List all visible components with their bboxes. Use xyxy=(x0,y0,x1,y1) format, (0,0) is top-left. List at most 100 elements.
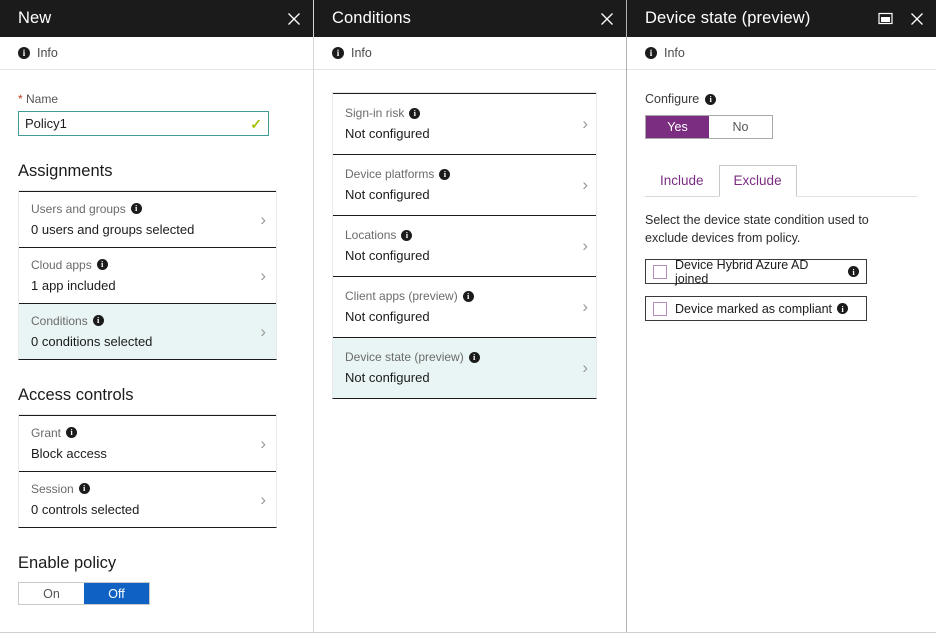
info-icon[interactable]: i xyxy=(131,203,142,214)
assignment-row-cloud-apps[interactable]: Cloud apps i 1 app included › xyxy=(19,247,276,303)
access-control-label-text: Session xyxy=(31,482,74,496)
condition-label-text: Client apps (preview) xyxy=(345,289,458,303)
checkbox-row-device-marked-as-compliant[interactable]: Device marked as compliant i xyxy=(645,296,867,321)
blade-conditions: Conditions i Info Sign-in risk i xyxy=(313,0,626,640)
checkbox-label-text: Device Hybrid Azure AD joined xyxy=(675,258,843,286)
access-control-row-session[interactable]: Session i 0 controls selected › xyxy=(19,471,276,527)
configure-option-no[interactable]: No xyxy=(709,116,772,138)
page-title: New xyxy=(18,9,285,28)
checkbox-row-device-hybrid-azure-ad-joined[interactable]: Device Hybrid Azure AD joined i xyxy=(645,259,867,284)
assignment-row-text: Cloud apps i 1 app included xyxy=(31,258,252,293)
enable-policy-option-off[interactable]: Off xyxy=(84,583,149,604)
conditions-group: Sign-in risk i Not configured › Device p… xyxy=(332,92,597,399)
info-icon[interactable]: i xyxy=(463,291,474,302)
close-icon[interactable] xyxy=(598,10,616,28)
assignment-row-label: Cloud apps i xyxy=(31,258,252,272)
info-icon[interactable]: i xyxy=(705,94,716,105)
checkbox-icon[interactable] xyxy=(653,302,667,316)
assignment-row-value: 1 app included xyxy=(31,278,252,293)
exclude-description: Select the device state condition used t… xyxy=(645,211,907,247)
blade-device-state-header: Device state (preview) xyxy=(627,0,936,37)
condition-row-label: Client apps (preview) i xyxy=(345,289,574,303)
info-icon[interactable]: i xyxy=(409,108,420,119)
info-icon[interactable]: i xyxy=(97,259,108,270)
access-control-row-grant[interactable]: Grant i Block access › xyxy=(19,415,276,471)
assignment-label-text: Cloud apps xyxy=(31,258,92,272)
access-control-label-text: Grant xyxy=(31,426,61,440)
name-label: * Name xyxy=(18,92,295,106)
info-bar-new-policy[interactable]: i Info xyxy=(0,37,313,70)
condition-row-text: Client apps (preview) i Not configured xyxy=(345,289,574,324)
enable-policy-toggle[interactable]: On Off xyxy=(18,582,150,605)
condition-row-value: Not configured xyxy=(345,370,574,385)
name-label-text: Name xyxy=(26,92,58,106)
info-icon[interactable]: i xyxy=(837,303,848,314)
blade-new-policy-body: * Name ✓ Assignments Users and groups i xyxy=(0,92,313,605)
info-bar-conditions[interactable]: i Info xyxy=(314,37,626,70)
blade-conditions-header-buttons xyxy=(598,10,616,28)
assignment-label-text: Users and groups xyxy=(31,202,126,216)
condition-row-device-state[interactable]: Device state (preview) i Not configured … xyxy=(333,337,596,398)
configure-label-text: Configure xyxy=(645,92,699,106)
info-icon[interactable]: i xyxy=(66,427,77,438)
close-icon[interactable] xyxy=(908,10,926,28)
access-controls-heading: Access controls xyxy=(18,386,295,405)
condition-row-sign-in-risk[interactable]: Sign-in risk i Not configured › xyxy=(333,93,596,154)
info-label: Info xyxy=(37,46,58,60)
blade-new-policy-header: New xyxy=(0,0,313,37)
access-control-row-text: Grant i Block access xyxy=(31,426,252,461)
configure-option-yes[interactable]: Yes xyxy=(646,116,709,138)
assignment-row-users-and-groups[interactable]: Users and groups i 0 users and groups se… xyxy=(19,191,276,247)
condition-label-text: Device state (preview) xyxy=(345,350,464,364)
condition-row-value: Not configured xyxy=(345,309,574,324)
enable-policy-option-on[interactable]: On xyxy=(19,583,84,604)
condition-row-locations[interactable]: Locations i Not configured › xyxy=(333,215,596,276)
access-control-row-value: Block access xyxy=(31,446,252,461)
info-icon: i xyxy=(332,47,344,59)
info-icon[interactable]: i xyxy=(401,230,412,241)
info-icon[interactable]: i xyxy=(469,352,480,363)
info-icon[interactable]: i xyxy=(93,315,104,326)
footer-strip xyxy=(0,632,936,640)
info-icon[interactable]: i xyxy=(439,169,450,180)
info-bar-device-state[interactable]: i Info xyxy=(627,37,936,70)
close-icon[interactable] xyxy=(285,10,303,28)
include-exclude-tabs: Include Exclude xyxy=(645,165,918,197)
condition-row-client-apps[interactable]: Client apps (preview) i Not configured › xyxy=(333,276,596,337)
checkbox-icon[interactable] xyxy=(653,265,667,279)
info-icon[interactable]: i xyxy=(79,483,90,494)
name-input[interactable] xyxy=(25,116,250,131)
checkbox-label: Device Hybrid Azure AD joined i xyxy=(675,258,859,286)
checkmark-icon: ✓ xyxy=(250,117,262,131)
tab-exclude[interactable]: Exclude xyxy=(719,165,797,197)
info-icon: i xyxy=(18,47,30,59)
assignment-row-conditions[interactable]: Conditions i 0 conditions selected › xyxy=(19,303,276,359)
condition-row-text: Device platforms i Not configured xyxy=(345,167,574,202)
chevron-right-icon: › xyxy=(252,435,266,452)
info-icon[interactable]: i xyxy=(848,266,859,277)
blade-conditions-header: Conditions xyxy=(314,0,626,37)
assignment-label-text: Conditions xyxy=(31,314,88,328)
name-input-wrapper[interactable]: ✓ xyxy=(18,111,269,136)
maximize-icon[interactable] xyxy=(876,10,894,28)
condition-label-text: Device platforms xyxy=(345,167,434,181)
chevron-right-icon: › xyxy=(252,267,266,284)
name-field-group: * Name ✓ xyxy=(18,92,295,136)
condition-row-text: Locations i Not configured xyxy=(345,228,574,263)
condition-row-value: Not configured xyxy=(345,187,574,202)
condition-row-device-platforms[interactable]: Device platforms i Not configured › xyxy=(333,154,596,215)
enable-policy-heading: Enable policy xyxy=(18,554,295,573)
access-control-row-text: Session i 0 controls selected xyxy=(31,482,252,517)
tab-include[interactable]: Include xyxy=(645,165,719,197)
condition-row-value: Not configured xyxy=(345,126,574,141)
chevron-right-icon: › xyxy=(252,211,266,228)
assignment-row-label: Users and groups i xyxy=(31,202,252,216)
configure-toggle[interactable]: Yes No xyxy=(645,115,773,139)
condition-row-label: Locations i xyxy=(345,228,574,242)
condition-row-label: Device state (preview) i xyxy=(345,350,574,364)
assignments-group: Users and groups i 0 users and groups se… xyxy=(18,190,277,360)
blade-new-policy: New i Info * Name ✓ Assi xyxy=(0,0,313,640)
checkbox-label: Device marked as compliant i xyxy=(675,302,848,316)
blade-device-state-body: Configure i Yes No Include Exclude Selec… xyxy=(627,92,936,321)
info-icon: i xyxy=(645,47,657,59)
